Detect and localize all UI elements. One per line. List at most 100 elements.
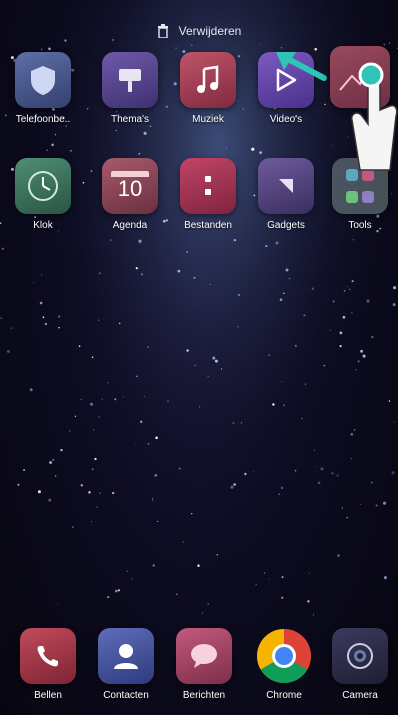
star-dot xyxy=(98,416,100,418)
star-dot xyxy=(216,554,218,556)
star-dot xyxy=(152,498,154,500)
star-dot xyxy=(265,245,268,248)
star-dot xyxy=(360,349,364,353)
star-dot xyxy=(186,349,189,352)
star-dot xyxy=(135,267,138,270)
app-label: Klok xyxy=(33,220,53,231)
calendar-day: 10 xyxy=(117,176,143,201)
star-dot xyxy=(360,503,362,505)
star-dot xyxy=(316,466,318,468)
delete-drop-zone[interactable]: Verwijderen xyxy=(0,16,398,46)
dock-app-camera[interactable]: Camera xyxy=(322,628,398,701)
app-label: Muziek xyxy=(192,114,224,125)
star-dot xyxy=(343,290,346,292)
calendar-icon: 10 xyxy=(102,158,158,214)
folder-mini-icon xyxy=(362,191,374,203)
dock-app-phone[interactable]: Bellen xyxy=(10,628,86,701)
star-dot xyxy=(283,404,285,406)
star-dot xyxy=(65,125,67,127)
star-dot xyxy=(268,578,271,580)
star-dot xyxy=(238,294,240,296)
star-dot xyxy=(207,375,209,378)
star-dot xyxy=(143,396,145,398)
star-dot xyxy=(33,282,35,284)
star-dot xyxy=(176,593,178,595)
star-dot xyxy=(23,469,26,472)
app-label: Contacten xyxy=(103,690,149,701)
star-dot xyxy=(214,359,218,363)
star-dot xyxy=(155,436,158,440)
star-dot xyxy=(329,329,331,331)
app-music[interactable]: Muziek xyxy=(170,52,246,125)
dock-app-chrome[interactable]: Chrome xyxy=(246,628,322,701)
star-dot xyxy=(323,364,326,367)
app-gadgets[interactable]: Gadgets xyxy=(248,158,324,231)
star-dot xyxy=(362,354,366,358)
star-dot xyxy=(301,418,303,420)
dock-app-contacts[interactable]: Contacten xyxy=(88,628,164,701)
star-dot xyxy=(383,576,387,580)
phone-icon xyxy=(20,628,76,684)
star-dot xyxy=(347,136,349,138)
star-dot xyxy=(74,415,77,418)
star-dot xyxy=(268,354,270,356)
app-files[interactable]: Bestanden xyxy=(170,158,246,231)
app-calendar[interactable]: 10 Agenda xyxy=(92,158,168,231)
star-dot xyxy=(149,125,152,128)
home-screen: Verwijderen Telefoonbe.. Thema's Muziek … xyxy=(0,0,398,715)
star-dot xyxy=(226,146,227,148)
star-dot xyxy=(370,481,373,484)
star-dot xyxy=(147,346,149,348)
star-dot xyxy=(275,241,279,245)
star-dot xyxy=(42,316,45,319)
dock-app-messages[interactable]: Berichten xyxy=(166,628,242,701)
app-themes[interactable]: Thema's xyxy=(92,52,168,125)
star-dot xyxy=(346,516,349,519)
star-dot xyxy=(281,596,284,599)
app-phone-manager[interactable]: Telefoonbe.. xyxy=(5,52,81,125)
star-dot xyxy=(346,285,348,287)
star-dot xyxy=(58,315,61,318)
star-dot xyxy=(288,277,291,280)
star-dot xyxy=(337,554,340,557)
star-dot xyxy=(10,327,13,330)
star-dot xyxy=(308,572,310,574)
chrome-icon xyxy=(256,628,312,684)
star-dot xyxy=(101,398,103,400)
star-dot xyxy=(198,406,201,408)
star-dot xyxy=(131,578,134,580)
star-dot xyxy=(233,483,236,486)
star-dot xyxy=(307,600,310,603)
app-clock[interactable]: Klok xyxy=(5,158,81,231)
star-dot xyxy=(52,458,55,462)
app-label: Video's xyxy=(269,114,303,125)
star-dot xyxy=(78,345,81,347)
star-dot xyxy=(366,299,370,303)
drag-arrow-icon xyxy=(276,52,327,81)
star-dot xyxy=(94,457,97,461)
star-dot xyxy=(143,131,147,135)
dock: Bellen Contacten Berichten Chrome Camera xyxy=(0,622,398,712)
star-dot xyxy=(182,541,184,543)
star-dot xyxy=(259,151,262,154)
star-dot xyxy=(332,300,335,303)
star-dot xyxy=(255,584,257,586)
star-dot xyxy=(154,474,158,477)
star-dot xyxy=(240,422,242,424)
star-dot xyxy=(393,421,395,423)
star-dot xyxy=(294,470,297,472)
delete-label: Verwijderen xyxy=(178,24,242,38)
star-dot xyxy=(393,286,397,290)
star-dot xyxy=(252,471,255,473)
contact-icon xyxy=(98,628,154,684)
brush-icon xyxy=(102,52,158,108)
star-dot xyxy=(118,322,121,325)
star-dot xyxy=(140,420,143,423)
star-dot xyxy=(138,239,142,243)
star-dot xyxy=(193,305,195,307)
star-dot xyxy=(152,564,155,567)
star-dot xyxy=(339,331,343,335)
star-dot xyxy=(281,381,283,382)
star-dot xyxy=(342,315,346,319)
star-dot xyxy=(138,152,141,155)
